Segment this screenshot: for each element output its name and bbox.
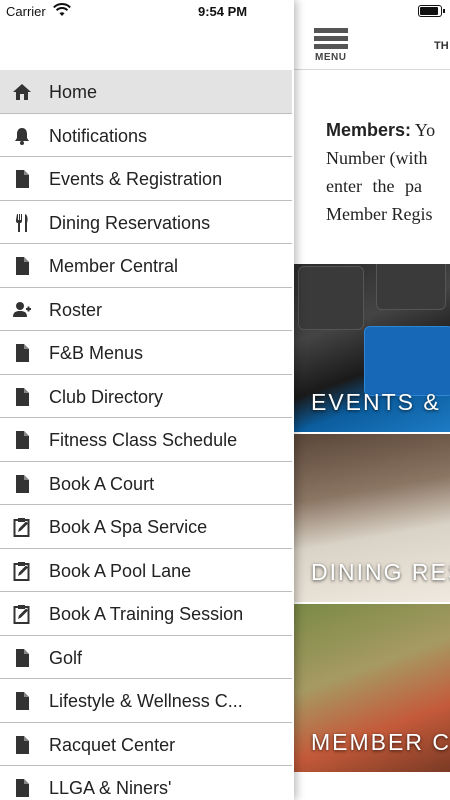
drawer-item[interactable]: F&B Menus xyxy=(0,331,292,375)
drawer-item-label: Roster xyxy=(49,299,103,320)
fork-knife-icon xyxy=(12,213,32,233)
drawer-item-label: F&B Menus xyxy=(49,343,144,363)
drawer-item-label: Racquet Center xyxy=(49,734,176,755)
menu-label: MENU xyxy=(315,52,347,63)
people-icon xyxy=(12,300,32,320)
nav-drawer: Home Notifications Events & Registration Di… xyxy=(0,0,294,800)
drawer-item-label: LLGA & Niners' xyxy=(49,778,172,798)
carrier-label: Carrier xyxy=(6,4,46,19)
member-tile[interactable]: MEMBER C xyxy=(294,604,450,772)
dining-tile[interactable]: DINING RES xyxy=(294,434,450,602)
battery-icon xyxy=(418,5,445,17)
intro-line: Number (with xyxy=(326,148,428,168)
intro-line: Yo xyxy=(414,120,436,140)
drawer-item-label: Dining Reservations xyxy=(49,212,211,233)
menu-button[interactable]: MENU xyxy=(314,28,350,64)
bell-icon xyxy=(12,126,32,146)
drawer-item-label: Book A Spa Service xyxy=(49,517,208,537)
document-icon xyxy=(12,387,32,407)
drawer-item[interactable]: Home xyxy=(0,70,292,114)
intro-line: enter the pa xyxy=(326,176,422,196)
drawer-item[interactable]: Notifications xyxy=(0,114,292,157)
hamburger-bar xyxy=(314,44,348,49)
header-title: TH xyxy=(434,40,449,52)
document-icon xyxy=(12,735,32,755)
wifi-icon xyxy=(53,3,71,22)
drawer-item-label: Member Central xyxy=(49,256,179,276)
document-icon xyxy=(12,256,32,276)
document-icon xyxy=(12,169,32,189)
drawer-item[interactable]: Fitness Class Schedule xyxy=(0,418,292,462)
clock: 9:54 PM xyxy=(198,4,248,19)
drawer-item[interactable]: Events & Registration xyxy=(0,157,292,201)
tile-caption: MEMBER C xyxy=(311,729,450,755)
document-icon xyxy=(12,778,32,798)
drawer-item-label: Home xyxy=(49,82,98,102)
drawer-item[interactable]: Golf xyxy=(0,636,292,679)
drawer-menu: Home Notifications Events & Registration Di… xyxy=(0,70,292,800)
clipboard-edit-icon xyxy=(12,604,32,624)
drawer-item-label: Book A Training Session xyxy=(49,604,244,624)
document-icon xyxy=(12,648,32,668)
document-icon xyxy=(12,691,32,711)
keyboard-key xyxy=(298,266,364,330)
drawer-item[interactable]: Racquet Center xyxy=(0,723,292,766)
drawer-item-label: Fitness Class Schedule xyxy=(49,430,238,450)
home-icon xyxy=(12,82,32,102)
tile-caption: EVENTS & xyxy=(311,389,441,415)
drawer-item[interactable]: Book A Spa Service xyxy=(0,505,292,549)
intro-line: Member Regis xyxy=(326,204,433,224)
document-icon xyxy=(12,343,32,363)
keyboard-key xyxy=(376,264,446,310)
main-content: MENU TH Members: Yo Number (with enter t… xyxy=(294,0,450,800)
events-tile[interactable]: EVENTS & xyxy=(294,264,450,432)
drawer-item-label: Club Directory xyxy=(49,386,164,407)
hamburger-icon xyxy=(314,28,348,33)
drawer-item[interactable]: Club Directory xyxy=(0,375,292,418)
clipboard-edit-icon xyxy=(12,517,32,537)
drawer-item[interactable]: LLGA & Niners' xyxy=(0,766,292,800)
drawer-item-label: Book A Court xyxy=(49,473,155,494)
document-icon xyxy=(12,474,32,494)
drawer-item-label: Events & Registration xyxy=(49,169,223,189)
drawer-item-label: Book A Pool Lane xyxy=(49,560,192,581)
drawer-item[interactable]: Member Central xyxy=(0,244,292,288)
document-icon xyxy=(12,430,32,450)
clipboard-edit-icon xyxy=(12,561,32,581)
drawer-item[interactable]: Lifestyle & Wellness C... xyxy=(0,679,292,723)
drawer-item-label: Notifications xyxy=(49,125,148,146)
drawer-item-label: Lifestyle & Wellness C... xyxy=(49,691,243,711)
drawer-item[interactable]: Dining Reservations xyxy=(0,201,292,244)
intro-lead: Members: xyxy=(326,120,412,140)
drawer-item[interactable]: Roster xyxy=(0,288,292,331)
intro-text: Members: Yo Number (with enter the pa Me… xyxy=(326,116,450,228)
status-bar: Carrier 9:54 PM xyxy=(0,0,450,24)
keyboard-key xyxy=(364,326,450,396)
drawer-item[interactable]: Book A Training Session xyxy=(0,592,292,636)
tile-caption: DINING RES xyxy=(311,559,450,585)
drawer-item[interactable]: Book A Court xyxy=(0,462,292,505)
hamburger-bar xyxy=(314,36,348,41)
drawer-item[interactable]: Book A Pool Lane xyxy=(0,549,292,592)
drawer-item-label: Golf xyxy=(49,647,83,668)
